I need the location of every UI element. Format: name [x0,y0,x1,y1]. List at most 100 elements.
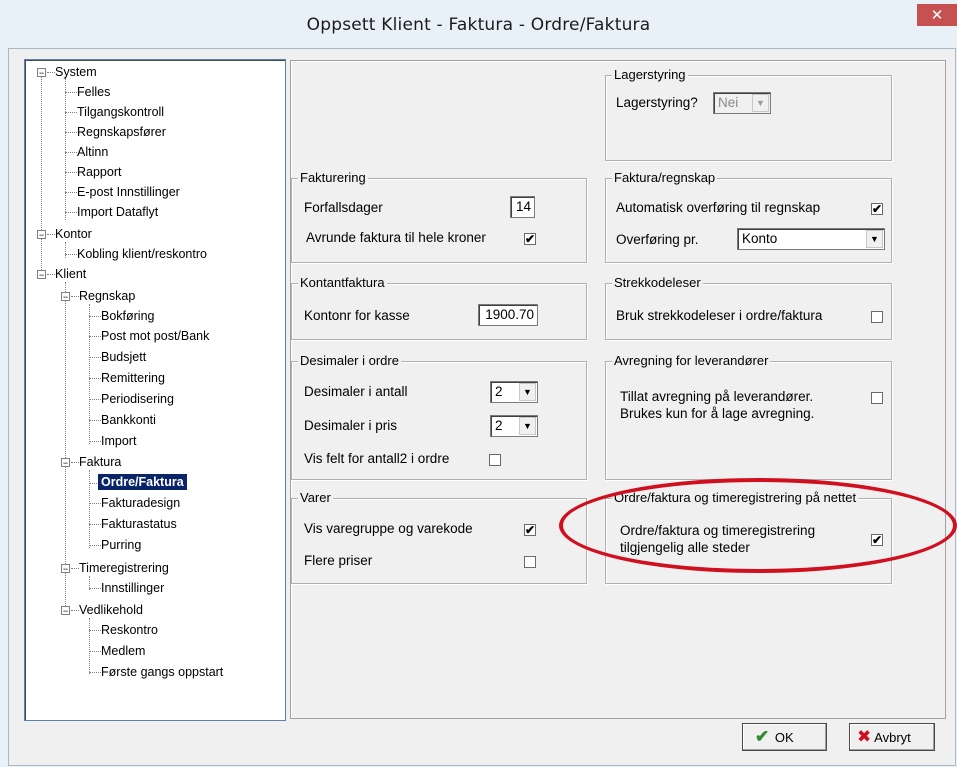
tree-item-remittering[interactable]: Remittering [101,370,165,386]
tree-connector [65,78,66,220]
cancel-button[interactable]: ✖ Avbryt [849,723,935,751]
avregning-checkbox[interactable] [871,392,883,404]
group-title: Kontantfaktura [298,275,387,290]
group-title: Avregning for leverandører [612,353,771,368]
chevron-down-icon: ▼ [866,230,883,248]
nettet-line1: Ordre/faktura og timeregistrering [620,523,816,538]
tree-item-system[interactable]: System [55,64,97,80]
tree-item-innstillinger[interactable]: Innstillinger [101,580,164,596]
tree-connector [71,296,79,297]
collapse-icon[interactable]: − [61,292,70,302]
tree-connector [89,378,101,379]
kontonr-input[interactable]: 1900.70 [478,304,538,326]
collapse-icon[interactable]: − [61,458,70,468]
desimaler-antall-select[interactable]: 2 ▼ [490,381,538,403]
tree-item-regnskapsforer[interactable]: Regnskapsfører [77,124,166,140]
avrunde-checkbox[interactable]: ✔ [524,233,536,245]
group-title: Fakturering [298,170,368,185]
dialog-body: − System Felles Tilgangskontroll Regnska… [8,48,956,766]
tree-connector [65,192,77,193]
collapse-icon[interactable]: − [37,68,46,78]
group-avregning: Avregning for leverandører Tillat avregn… [605,353,892,480]
nettet-checkbox[interactable]: ✔ [871,534,883,546]
tree-item-kobling[interactable]: Kobling klient/reskontro [77,246,207,262]
tree-item-import-dataflyt[interactable]: Import Dataflyt [77,204,158,220]
tree-connector [89,441,101,442]
tree-item-epost[interactable]: E-post Innstillinger [77,184,180,200]
desimaler-antall-label: Desimaler i antall [304,384,408,399]
tree-item-periodisering[interactable]: Periodisering [101,391,174,407]
group-fakturering: Fakturering Forfallsdager 14 Avrunde fak… [291,170,587,263]
collapse-icon[interactable]: − [61,564,70,574]
tree-connector [65,132,77,133]
group-title: Lagerstyring [612,67,688,82]
close-button[interactable]: ✕ [917,4,957,26]
vis-antall2-checkbox[interactable] [489,454,501,466]
tree-item-tilgangskontroll[interactable]: Tilgangskontroll [77,104,164,120]
group-title: Desimaler i ordre [298,353,401,368]
chevron-down-icon: ▼ [752,94,769,112]
tree-connector [89,357,101,358]
tree-connector [71,462,79,463]
tree-item-post-mot-post[interactable]: Post mot post/Bank [101,328,209,344]
tree-connector [89,420,101,421]
kontonr-label: Kontonr for kasse [304,308,410,323]
lagerstyring-select[interactable]: Nei ▼ [713,92,771,114]
tree-item-bokforing[interactable]: Bokføring [101,308,155,324]
tree-connector [65,112,77,113]
tree-connector [47,274,55,275]
tree-connector [89,588,101,589]
collapse-icon[interactable]: − [37,270,46,280]
tree-item-fakturastatus[interactable]: Fakturastatus [101,516,177,532]
tree-item-vedlikehold[interactable]: Vedlikehold [79,602,143,618]
tree-connector [89,618,90,674]
desimaler-pris-label: Desimaler i pris [304,418,398,433]
collapse-icon[interactable]: − [37,230,46,240]
tree-item-regnskap[interactable]: Regnskap [79,288,135,304]
tree-item-budsjett[interactable]: Budsjett [101,349,146,365]
desimaler-pris-value: 2 [495,418,503,433]
strekkode-checkbox[interactable] [871,311,883,323]
flere-priser-checkbox[interactable] [524,556,536,568]
ok-button[interactable]: ✔ OK [742,723,827,751]
tree-item-import[interactable]: Import [101,433,136,449]
tree-item-purring[interactable]: Purring [101,537,141,553]
auto-overforing-checkbox[interactable]: ✔ [871,203,883,215]
group-title: Strekkodeleser [612,275,703,290]
tree-item-timeregistrering[interactable]: Timeregistrering [79,560,169,576]
vis-varegruppe-checkbox[interactable]: ✔ [524,524,536,536]
tree-item-forste-gangs[interactable]: Første gangs oppstart [101,664,223,680]
tree-item-altinn[interactable]: Altinn [77,144,108,160]
nettet-line2: tilgjengelig alle steder [620,540,750,555]
settings-tree[interactable]: − System Felles Tilgangskontroll Regnska… [24,59,286,721]
desimaler-pris-select[interactable]: 2 ▼ [490,415,538,437]
tree-item-klient[interactable]: Klient [55,266,86,282]
forfallsdager-input[interactable]: 14 [510,196,535,218]
strekkode-label: Bruk strekkodeleser i ordre/faktura [616,308,823,323]
tree-item-kontor[interactable]: Kontor [55,226,92,242]
tree-connector [65,152,77,153]
tree-item-medlem[interactable]: Medlem [101,643,145,659]
tree-connector [89,545,101,546]
avregning-line1: Tillat avregning på leverandører. [620,389,814,404]
tree-item-bankkonti[interactable]: Bankkonti [101,412,156,428]
overforing-label: Overføring pr. [616,232,699,247]
tree-item-felles[interactable]: Felles [77,84,110,100]
group-faktura-regnskap: Faktura/regnskap Automatisk overføring t… [605,170,892,263]
group-nettet: Ordre/faktura og timeregistrering på net… [605,490,892,584]
tree-connector [89,316,101,317]
tree-item-fakturadesign[interactable]: Fakturadesign [101,495,180,511]
collapse-icon[interactable]: − [61,606,70,616]
tree-item-ordre-faktura[interactable]: Ordre/Faktura [98,474,187,490]
tree-item-reskontro[interactable]: Reskontro [101,622,158,638]
tree-item-faktura[interactable]: Faktura [79,454,121,470]
window-title: Oppsett Klient - Faktura - Ordre/Faktura [306,15,651,35]
lagerstyring-label: Lagerstyring? [616,95,698,110]
tree-connector [89,470,90,548]
tree-connector [89,672,101,673]
tree-connector [89,503,101,504]
forfallsdager-label: Forfallsdager [304,200,383,215]
auto-overforing-label: Automatisk overføring til regnskap [616,200,821,215]
overforing-select[interactable]: Konto ▼ [737,228,885,250]
tree-item-rapport[interactable]: Rapport [77,164,121,180]
